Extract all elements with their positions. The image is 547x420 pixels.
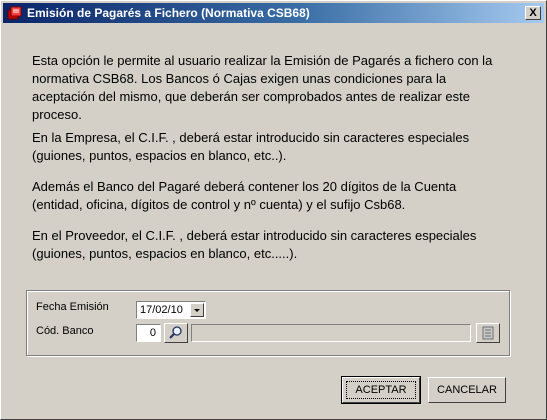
- title-bar: Emisión de Pagarés a Fichero (Normativa …: [3, 3, 544, 23]
- fecha-emision-label: Fecha Emisión: [36, 301, 109, 313]
- cod-banco-label: Cód. Banco: [36, 325, 94, 337]
- chevron-down-icon: [194, 309, 200, 312]
- info-paragraph-2: En la Empresa, el C.I.F. , deberá estar …: [32, 130, 470, 163]
- dialog-window: Emisión de Pagarés a Fichero (Normativa …: [0, 0, 547, 420]
- window-title: Emisión de Pagarés a Fichero (Normativa …: [27, 6, 310, 20]
- accept-button-label: ACEPTAR: [355, 384, 407, 396]
- parameters-groupbox: [26, 290, 510, 356]
- fecha-emision-value: 17/02/10: [140, 304, 183, 316]
- search-banco-button[interactable]: [164, 323, 188, 343]
- magnifier-icon: [169, 326, 182, 339]
- info-paragraph-4: En el Proveedor, el C.I.F. , deberá esta…: [32, 228, 477, 261]
- banco-list-button[interactable]: [476, 323, 500, 343]
- info-paragraph-1: Esta opción le permite al usuario realiz…: [32, 53, 493, 122]
- cancel-button-label: CANCELAR: [437, 384, 497, 396]
- cancel-button[interactable]: CANCELAR: [428, 377, 506, 403]
- banco-name-field: [191, 324, 471, 342]
- info-paragraph-3: Además el Banco del Pagaré deberá conten…: [32, 179, 457, 212]
- close-icon: X: [529, 7, 537, 19]
- document-icon: [7, 6, 22, 20]
- list-icon: [482, 326, 494, 340]
- cod-banco-input[interactable]: 0: [136, 324, 161, 342]
- close-button[interactable]: X: [525, 6, 541, 20]
- accept-button[interactable]: ACEPTAR: [341, 376, 421, 404]
- date-dropdown-button[interactable]: [190, 303, 204, 317]
- fecha-emision-picker[interactable]: 17/02/10: [136, 301, 206, 319]
